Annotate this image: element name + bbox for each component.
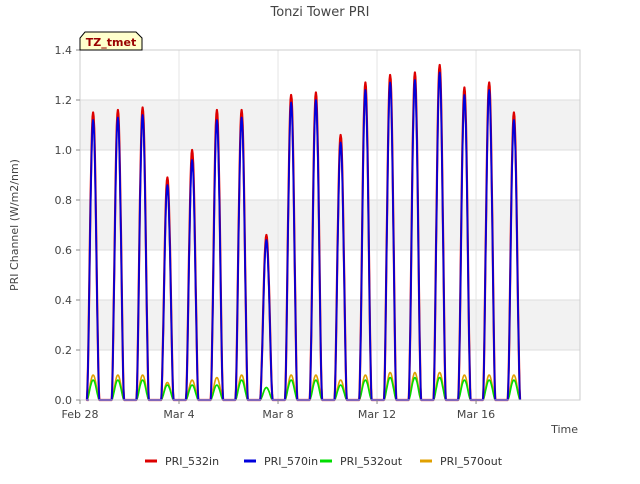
chart-figure: 0.0 0.2 0.4 0.6 0.8 1.0 1.2 1.4 Feb 28 Mar 4 Mar … xyxy=(0,0,640,480)
legend-label: PRI_532in xyxy=(165,455,219,468)
x-tick-label: Mar 16 xyxy=(457,408,495,421)
grid-bands xyxy=(80,100,580,350)
legend: PRI_532in PRI_570in PRI_532out PRI_570out xyxy=(145,455,503,468)
y-tick-label: 1.2 xyxy=(55,94,73,107)
site-tag-label: TZ_tmet xyxy=(86,36,136,49)
x-tick-label: Mar 12 xyxy=(358,408,396,421)
y-tick-label: 1.4 xyxy=(55,44,73,57)
grid-band xyxy=(80,100,580,150)
series-line-pri_570out xyxy=(86,371,521,401)
x-axis-ticks: Feb 28 Mar 4 Mar 8 Mar 12 Mar 16 xyxy=(62,400,495,421)
grid-band xyxy=(80,200,580,250)
grid-band xyxy=(80,300,580,350)
y-tick-label: 0.0 xyxy=(55,394,73,407)
chart-title: Tonzi Tower PRI xyxy=(270,5,370,20)
y-tick-label: 0.8 xyxy=(55,194,73,207)
x-axis-label: Time xyxy=(550,423,578,436)
legend-label: PRI_532out xyxy=(340,455,403,468)
x-tick-label: Mar 8 xyxy=(262,408,293,421)
legend-label: PRI_570in xyxy=(264,455,318,468)
x-tick-label: Mar 4 xyxy=(163,408,194,421)
y-tick-label: 1.0 xyxy=(55,144,73,157)
y-tick-label: 0.6 xyxy=(55,244,73,257)
legend-label: PRI_570out xyxy=(440,455,503,468)
y-axis-ticks: 0.0 0.2 0.4 0.6 0.8 1.0 1.2 1.4 xyxy=(55,44,80,407)
y-axis-label: PRI Channel (W/m2/nm) xyxy=(8,159,21,291)
y-tick-label: 0.4 xyxy=(55,294,73,307)
chart-svg: 0.0 0.2 0.4 0.6 0.8 1.0 1.2 1.4 Feb 28 Mar 4 Mar … xyxy=(8,5,581,468)
x-tick-label: Feb 28 xyxy=(62,408,99,421)
series-line-pri_532out xyxy=(86,376,521,401)
site-tag: TZ_tmet xyxy=(79,31,143,51)
y-tick-label: 0.2 xyxy=(55,344,73,357)
